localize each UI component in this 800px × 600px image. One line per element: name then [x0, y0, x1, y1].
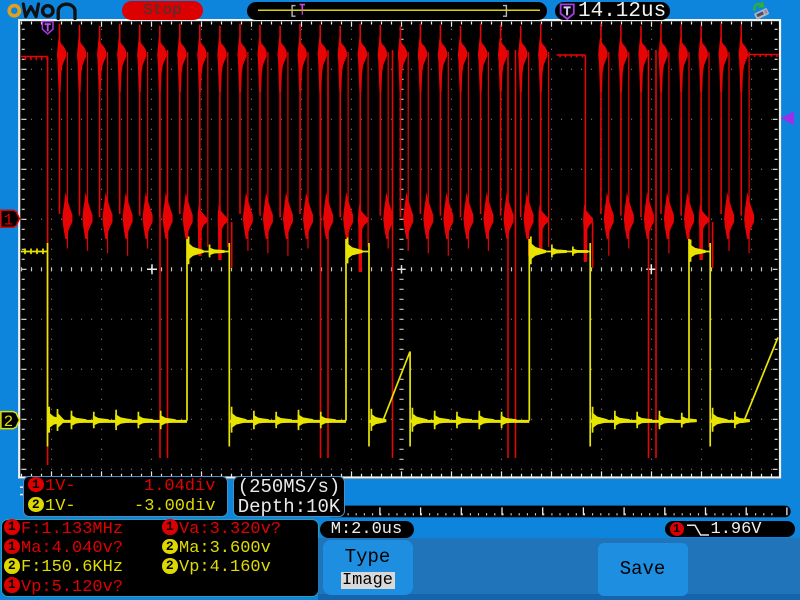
svg-text:2: 2: [4, 413, 14, 431]
svg-text:1: 1: [4, 212, 14, 230]
